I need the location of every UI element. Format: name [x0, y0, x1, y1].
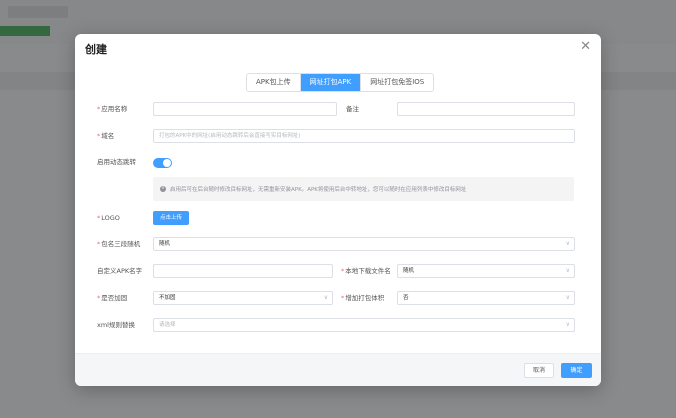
tab-bar: APK包上传 网址打包APK 网址打包免签IOS — [246, 73, 435, 92]
tab-url-to-apk[interactable]: 网址打包APK — [299, 74, 361, 91]
chevron-down-icon: ∨ — [565, 267, 570, 274]
logo-label: *LOGO — [97, 214, 120, 222]
increase-size-select[interactable]: 否 ∨ — [397, 291, 575, 305]
confirm-button[interactable]: 确定 — [561, 363, 592, 378]
remark-label: 备注 — [346, 105, 359, 113]
chevron-down-icon: ∨ — [565, 294, 570, 301]
dynamic-redirect-label: 启用动态跳转 — [97, 158, 136, 166]
custom-apk-name-input[interactable] — [153, 264, 333, 278]
reinforce-label: *是否加固 — [97, 294, 128, 302]
package-random-label: *包名三段随机 — [97, 240, 141, 248]
create-dialog: 创建 ✕ APK包上传 网址打包APK 网址打包免签IOS *应用名称 备注 *… — [75, 34, 601, 386]
local-filename-select[interactable]: 随机 ∨ — [397, 264, 575, 278]
dynamic-redirect-toggle[interactable] — [153, 158, 172, 168]
chevron-down-icon: ∨ — [565, 321, 570, 328]
redirect-tip: i 启用后可在后台随时修改目标网址，无需重新安装APK。APK将使用后台中转地址… — [153, 177, 574, 201]
package-random-select[interactable]: 随机 ∨ — [153, 237, 575, 251]
logo-upload-button[interactable]: 点击上传 — [153, 211, 189, 225]
chevron-down-icon: ∨ — [565, 240, 570, 247]
increase-size-label: *增加打包体积 — [341, 294, 385, 302]
custom-apk-name-label: 自定义APK名字 — [97, 267, 143, 275]
redirect-tip-text: 启用后可在后台随时修改目标网址，无需重新安装APK。APK将使用后台中转地址，您… — [170, 187, 467, 193]
cancel-button[interactable]: 取消 — [524, 363, 554, 378]
xml-obfuscate-label: xml规则替换 — [97, 321, 135, 329]
app-name-label: *应用名称 — [97, 105, 128, 113]
tab-apk-upload[interactable]: APK包上传 — [247, 74, 300, 91]
info-icon: i — [160, 186, 166, 192]
toggle-knob — [163, 159, 171, 167]
remark-input[interactable] — [397, 102, 575, 116]
dialog-title: 创建 — [85, 43, 107, 56]
xml-obfuscate-select[interactable]: 请选择 ∨ — [153, 318, 575, 332]
domain-label: *域名 — [97, 132, 115, 140]
dialog-footer — [75, 353, 601, 386]
close-icon[interactable]: ✕ — [580, 40, 591, 54]
chevron-down-icon: ∨ — [323, 294, 328, 301]
reinforce-select[interactable]: 不加固 ∨ — [153, 291, 333, 305]
local-filename-label: *本地下载文件名 — [341, 267, 391, 275]
app-name-input[interactable] — [153, 102, 337, 116]
domain-input[interactable]: 打包的APK中的网址(启用动态跳转后会直接写实目标网址) — [153, 129, 575, 143]
tab-url-to-ios[interactable]: 网址打包免签IOS — [360, 74, 434, 91]
domain-placeholder: 打包的APK中的网址(启用动态跳转后会直接写实目标网址) — [159, 133, 301, 139]
